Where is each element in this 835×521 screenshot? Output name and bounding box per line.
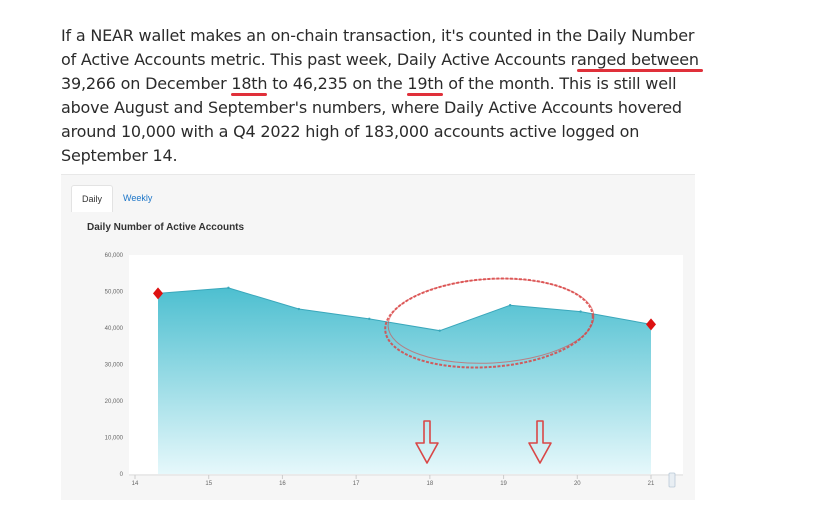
y-tick-label: 0 xyxy=(120,472,124,478)
data-point xyxy=(227,286,230,290)
x-tick-label: 21 xyxy=(648,481,655,487)
highlight-19th: 19th xyxy=(407,74,444,93)
x-tick-label: 17 xyxy=(353,481,360,487)
y-tick-label: 20,000 xyxy=(105,399,124,405)
text-segment: 39,266 on December xyxy=(61,74,232,93)
article-paragraph: If a NEAR wallet makes an on-chain trans… xyxy=(61,24,711,168)
active-accounts-chart: 60,000 50,000 40,000 30,000 20,000 10,000 0 14 1… xyxy=(105,253,683,488)
data-point xyxy=(368,317,371,321)
y-tick-label: 40,000 xyxy=(105,326,124,332)
data-point xyxy=(297,307,301,311)
x-tick-label: 19 xyxy=(500,481,507,487)
y-tick-label: 50,000 xyxy=(105,290,124,296)
highlight-18th: 18th xyxy=(231,74,268,93)
x-tick-label: 18 xyxy=(427,481,434,487)
x-tick-label: 14 xyxy=(132,481,139,487)
y-tick-label: 60,000 xyxy=(105,253,124,259)
chart-widget: Daily Weekly Daily Number of Active Acco… xyxy=(61,174,695,500)
x-tick-label: 20 xyxy=(574,481,581,487)
x-tick-label: 15 xyxy=(205,481,212,487)
range-handle xyxy=(668,472,676,488)
data-point xyxy=(579,310,582,313)
highlight-ranged-between: anged between xyxy=(577,50,699,69)
text-segment: to 46,235 on the xyxy=(267,74,408,93)
y-tick-label: 10,000 xyxy=(105,436,124,442)
data-point xyxy=(508,304,512,307)
y-tick-label: 30,000 xyxy=(105,363,124,369)
x-tick-label: 16 xyxy=(279,481,286,487)
data-point xyxy=(438,329,441,332)
